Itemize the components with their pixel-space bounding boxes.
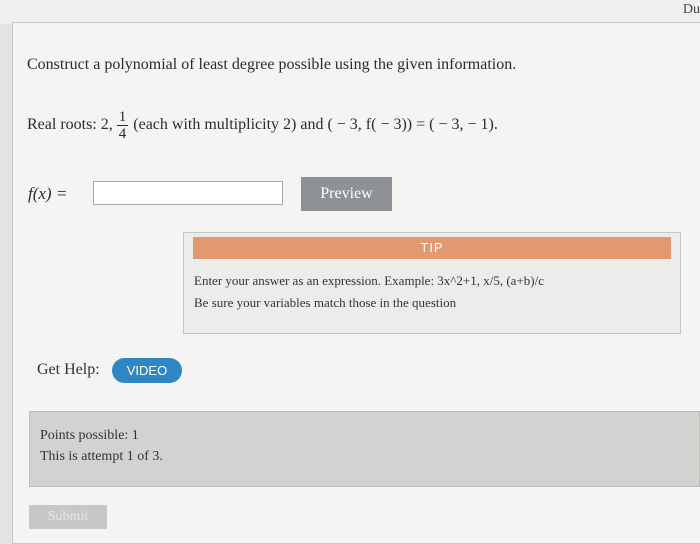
preview-button[interactable]: Preview <box>301 177 392 211</box>
top-strip <box>0 0 700 24</box>
question-prompt: Construct a polynomial of least degree p… <box>27 56 517 73</box>
points-possible: Points possible: 1 <box>40 428 139 443</box>
answer-input[interactable] <box>93 181 283 205</box>
video-button[interactable]: VIDEO <box>112 358 182 383</box>
answer-label: f(x) = <box>28 184 68 203</box>
tip-header: TIP <box>193 237 671 259</box>
points-panel: Points possible: 1 This is attempt 1 of … <box>29 411 700 487</box>
tip-example-text: Enter your answer as an expression. Exam… <box>194 273 544 288</box>
corner-label: Du <box>682 2 700 17</box>
get-help-label: Get Help: <box>37 361 100 378</box>
roots-prefix: Real roots: 2, <box>27 116 113 133</box>
attempt-counter: This is attempt 1 of 3. <box>40 449 163 464</box>
fraction-numerator: 1 <box>116 108 129 126</box>
tip-box: TIP Enter your answer as an expression. … <box>183 232 681 334</box>
roots-statement: Real roots: 2, 1 4 (each with multiplici… <box>27 102 498 148</box>
fraction-one-fourth: 1 4 <box>116 108 129 142</box>
roots-suffix: (each with multiplicity 2) and ( − 3, f(… <box>133 116 498 133</box>
fraction-denominator: 4 <box>118 125 127 142</box>
submit-button[interactable]: Submit <box>29 505 107 529</box>
tip-variables-text: Be sure your variables match those in th… <box>194 295 457 310</box>
